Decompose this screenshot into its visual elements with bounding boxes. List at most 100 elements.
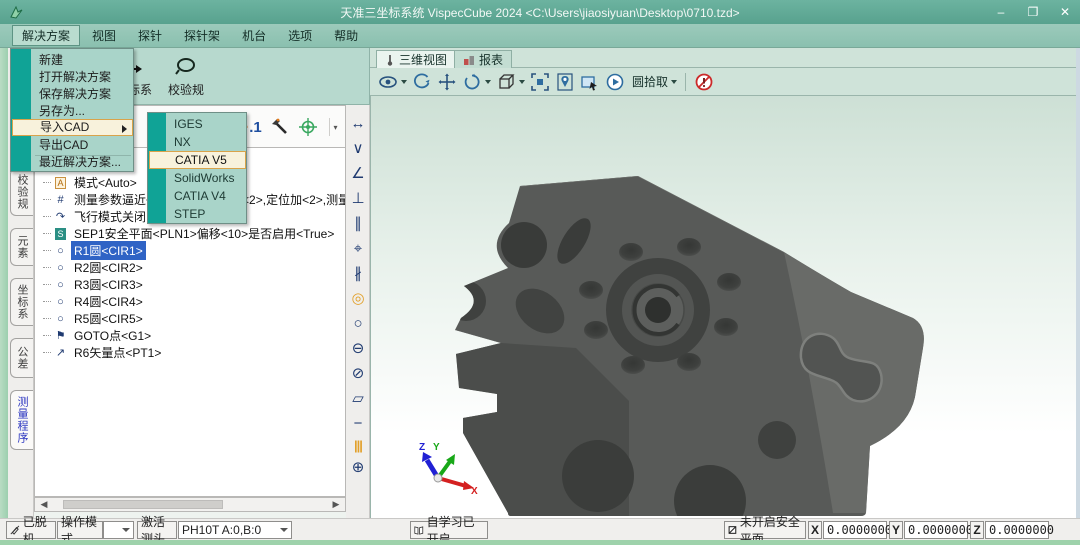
circle-feature-icon: ○ [53,296,68,308]
menu-view[interactable]: 视图 [82,25,126,46]
roundness-icon[interactable]: ○ [346,313,370,335]
restore-button[interactable]: ❐ [1024,5,1042,19]
cad-model[interactable]: Z Y X [371,96,1077,518]
x-coordinate-value: 0.0000000 [823,521,887,539]
target-align-icon[interactable] [295,114,321,140]
submenu-item-solidworks[interactable]: SolidWorks [149,169,246,187]
viewport-3d[interactable]: Z Y X [370,96,1076,518]
menu-probe-rack[interactable]: 探针架 [174,25,230,46]
eye-icon[interactable] [378,72,398,92]
x-axis-label: X [808,521,822,539]
goto-point-icon: ⚑ [53,329,68,342]
menu-item-export-cad[interactable]: 导出CAD [12,137,133,154]
menu-item-import-cad[interactable]: 导入CAD [12,119,133,136]
minimize-button[interactable]: – [992,5,1010,19]
hammer-icon[interactable] [267,114,293,140]
safety-plane-status[interactable]: 未开启安全平面 [724,521,806,539]
circle-pick-label[interactable]: 圆拾取 [632,73,668,90]
rotate-icon[interactable] [462,72,482,92]
approach-params-icon: # [53,194,68,206]
view-toolbar: 圆拾取 [370,68,1076,96]
menu-item-save-as[interactable]: 另存为... [12,103,133,120]
axis-y-label: Y [433,442,440,453]
submenu-item-catia-v5[interactable]: CATIA V5 [149,151,246,169]
submenu-item-step[interactable]: STEP [149,205,246,223]
menu-solution[interactable]: 解决方案 [12,25,80,46]
scrollbar-thumb[interactable] [63,500,223,509]
straightness-icon[interactable]: − [346,413,370,435]
scroll-right-icon[interactable]: ▶ [329,499,343,510]
line-profile-icon[interactable]: ||| [346,435,370,457]
tab-elements[interactable]: 元素 [10,228,33,266]
submenu-arrow-icon [122,125,127,133]
position-icon[interactable]: ⌖ [346,238,370,260]
angle-v-icon[interactable]: ∨ [346,138,370,160]
symmetry-icon[interactable]: ⊖ [346,338,370,360]
circle-pick-dropdown-icon[interactable] [671,80,677,84]
tab-coordinate-system[interactable]: 坐标系 [10,278,33,326]
close-button[interactable]: ✕ [1056,5,1074,19]
circle-feature-icon: ○ [53,245,68,257]
y-coordinate-value: 0.0000000 [904,521,968,539]
play-icon[interactable] [605,72,625,92]
menu-machine[interactable]: 机台 [232,25,276,46]
runout-icon[interactable]: ⊘ [346,363,370,385]
orbit-icon[interactable] [412,72,432,92]
toolbar-overflow-button[interactable]: ▾ [329,118,341,136]
vector-point-icon: ↗ [53,346,68,359]
distance-icon[interactable]: ↔ [346,113,370,135]
active-probe-value: PH10T A:0,B:0 [182,523,261,537]
tab-report[interactable]: 报表 [454,50,512,68]
status-bar: 已脱机 操作模式 激活测头 PH10T A:0,B:0 自学习已开启 未开启安全… [0,518,1080,540]
locate-pin-icon[interactable] [555,72,575,92]
tab-3d-view-label: 三维视图 [399,51,447,68]
active-probe-select[interactable]: PH10T A:0,B:0 [178,521,292,539]
cube-dropdown-icon[interactable] [519,80,525,84]
submenu-item-iges[interactable]: IGES [149,115,246,133]
menu-item-recent-solutions[interactable]: 最近解决方案... [12,154,133,171]
tree-horizontal-scrollbar[interactable]: ◀ ▶ [34,497,346,512]
menu-help[interactable]: 帮助 [324,25,368,46]
gauge-check-button[interactable]: 校验规 [162,53,210,100]
circle-feature-icon: ○ [53,313,68,325]
fit-view-icon[interactable] [530,72,550,92]
menu-probe[interactable]: 探针 [128,25,172,46]
scroll-left-icon[interactable]: ◀ [37,499,51,510]
tab-gauge[interactable]: 校验规 [10,168,33,216]
operation-mode-select[interactable] [103,521,134,539]
offline-status: 已脱机 [6,521,56,539]
submenu-item-catia-v4[interactable]: CATIA V4 [149,187,246,205]
submenu-item-nx[interactable]: NX [149,133,246,151]
flatness-icon[interactable]: ▱ [346,388,370,410]
non-parallel-icon[interactable]: ∦ [346,263,370,285]
self-learn-status[interactable]: 自学习已开启 [410,521,488,539]
menu-item-new[interactable]: 新建 [12,52,133,69]
chevron-down-icon [122,528,130,532]
angle-between-icon[interactable]: ∠ [346,163,370,185]
eye-dropdown-icon[interactable] [401,80,407,84]
perpendicularity-icon[interactable]: ⊥ [346,188,370,210]
true-position-icon[interactable]: ⊕ [346,457,370,479]
fly-mode-icon: ↷ [53,210,68,223]
active-probe-label: 激活测头 [137,521,177,539]
gdt-toolbar: ↔ ∨ ∠ ⊥ ∥ ⌖ ∦ ◎ ○ ⊖ ⊘ ▱ − ||| ⊕ [346,105,370,518]
cube-icon[interactable] [496,72,516,92]
import-cad-label: 导入CAD [40,120,89,134]
tab-3d-view[interactable]: 三维视图 [376,50,456,68]
pan-icon[interactable] [437,72,457,92]
menu-item-open-solution[interactable]: 打开解决方案 [12,69,133,86]
window-left-border [0,48,8,518]
concentricity-icon[interactable]: ◎ [346,288,370,310]
parallelism-icon[interactable]: ∥ [346,213,370,235]
tab-measure-program[interactable]: 测量程序 [10,390,33,450]
rotate-dropdown-icon[interactable] [485,80,491,84]
window-right-border [1076,48,1080,518]
emergency-stop-icon[interactable] [694,72,714,92]
menu-item-save-solution[interactable]: 保存解决方案 [12,86,133,103]
safety-plane-icon: S [55,228,66,240]
menu-options[interactable]: 选项 [278,25,322,46]
window-select-icon[interactable] [580,72,600,92]
tree-item-label[interactable]: R6矢量点<PT1> [71,343,164,362]
tab-tolerance[interactable]: 公差 [10,338,33,378]
z-coordinate-value: 0.0000000 [985,521,1049,539]
